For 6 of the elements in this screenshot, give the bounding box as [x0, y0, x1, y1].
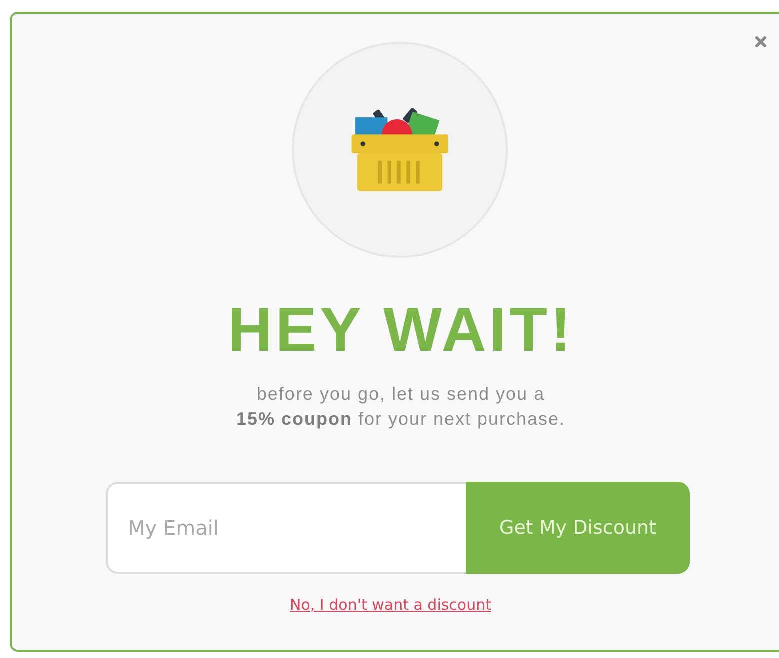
email-field[interactable]: My Email [106, 482, 466, 574]
decline-link[interactable]: No, I don't want a discount [290, 596, 492, 614]
discount-button[interactable]: Get My Discount [466, 482, 690, 574]
popup-title: HEY WAIT! [226, 296, 576, 366]
popup-message: before you go, let us send you a 15% coupon for your next purchase. [235, 383, 567, 431]
close-icon[interactable] [755, 36, 767, 48]
